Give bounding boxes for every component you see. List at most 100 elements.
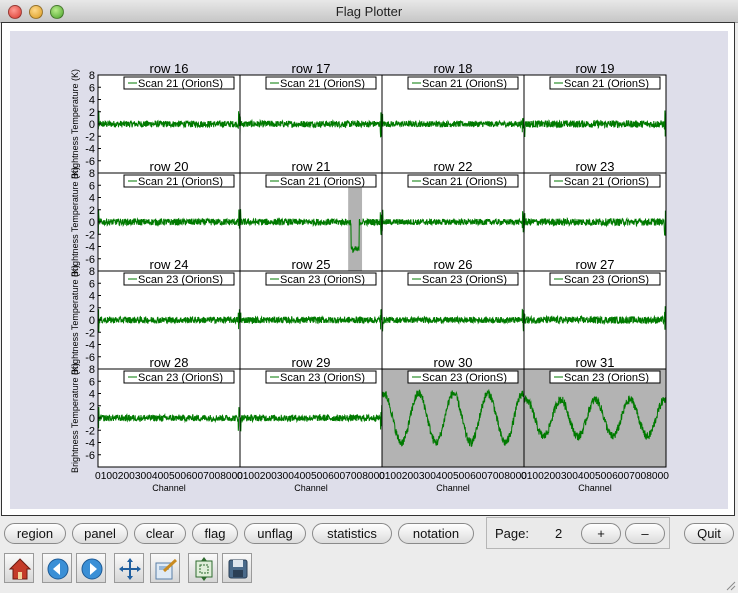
legend-label: Scan 23 (OrionS) <box>138 274 223 286</box>
y-tick-label: -4 <box>85 242 95 254</box>
subplot-title: row 22 <box>433 159 472 174</box>
back-button[interactable] <box>42 553 72 583</box>
subplot-row-29: row 29 Scan 23 (OrionS) 010020030040050060… <box>237 355 385 493</box>
configure-subplots-icon <box>155 558 178 580</box>
subplot-title: row 17 <box>291 61 330 76</box>
subplot-title: row 27 <box>575 257 614 272</box>
statistics-button[interactable]: statistics <box>312 523 392 544</box>
x-tick-labels: 01002003004005006007008000 <box>379 471 527 482</box>
y-tick-label: 2 <box>89 303 95 315</box>
subplot-row-23: row 23 Scan 21 (OrionS) <box>523 159 667 272</box>
y-tick-label: 6 <box>89 180 95 192</box>
legend-label: Scan 21 (OrionS) <box>280 176 365 188</box>
x-axis-label: Channel <box>436 483 470 493</box>
pan-icon <box>119 558 141 580</box>
plot-canvas[interactable]: row 16 Scan 21 (OrionS) 8 6 4 2 0 -2 -4 -6 Brightn… <box>10 31 728 509</box>
y-tick-label: -2 <box>85 425 95 437</box>
flag-plot-figure[interactable]: row 16Scan 21 (OrionS)86420-2-4-6Brightn… <box>10 31 728 509</box>
y-tick-label: 2 <box>89 107 95 119</box>
subplot-row-22: row 22 Scan 21 (OrionS) <box>381 159 525 272</box>
y-tick-label: 4 <box>89 389 95 401</box>
y-tick-label: 2 <box>89 401 95 413</box>
notation-button[interactable]: notation <box>398 523 474 544</box>
y-tick-label: 0 <box>89 315 95 327</box>
back-icon <box>47 558 69 580</box>
legend-label: Scan 23 (OrionS) <box>280 274 365 286</box>
x-axis-label: Channel <box>578 483 612 493</box>
y-tick-label: 0 <box>89 413 95 425</box>
subplot-title: row 16 <box>149 61 188 76</box>
legend-label: Scan 23 (OrionS) <box>138 372 223 384</box>
previous-page-button[interactable]: – <box>625 523 665 544</box>
subplot-row-19: row 19 Scan 21 (OrionS) <box>523 61 667 174</box>
subplot-title: row 20 <box>149 159 188 174</box>
y-tick-label: 8 <box>89 266 95 278</box>
subplot-row-21: row 21 Scan 21 (OrionS) <box>239 159 383 272</box>
y-tick-label: -4 <box>85 144 95 156</box>
subplot-row-26: row 26 Scan 23 (OrionS) <box>381 257 525 370</box>
window-title: Flag Plotter <box>335 4 403 19</box>
home-icon <box>8 558 32 580</box>
page-number: 2 <box>555 526 563 541</box>
x-axis-label: Channel <box>294 483 328 493</box>
subplot-title: row 29 <box>291 355 330 370</box>
legend-label: Scan 23 (OrionS) <box>422 372 507 384</box>
y-tick-label: 8 <box>89 168 95 180</box>
save-button[interactable] <box>222 553 252 583</box>
y-tick-label: 4 <box>89 291 95 303</box>
zoom-to-rect-button[interactable] <box>188 553 218 583</box>
y-tick-label: 6 <box>89 376 95 388</box>
y-tick-label: -6 <box>85 156 95 168</box>
flag-button[interactable]: flag <box>192 523 238 544</box>
forward-button[interactable] <box>76 553 106 583</box>
subplot-row-28: row 28Scan 23 (OrionS)86420-2-4-6Brightn… <box>70 355 243 493</box>
subplot-title: row 18 <box>433 61 472 76</box>
y-axis-label: Brightness Temperature (K) <box>70 265 80 375</box>
quit-button[interactable]: Quit <box>684 523 734 544</box>
resize-grip-icon[interactable] <box>724 579 736 591</box>
y-tick-label: 6 <box>89 278 95 290</box>
subplot-title: row 21 <box>291 159 330 174</box>
subplot-row-17: row 17 Scan 21 (OrionS) <box>239 61 383 174</box>
y-tick-label: -4 <box>85 340 95 352</box>
y-tick-label: 0 <box>89 217 95 229</box>
configure-subplots-button[interactable] <box>150 553 180 583</box>
clear-button[interactable]: clear <box>134 523 186 544</box>
legend-label: Scan 21 (OrionS) <box>564 78 649 90</box>
y-tick-label: -2 <box>85 229 95 241</box>
subplot-title: row 25 <box>291 257 330 272</box>
pan-button[interactable] <box>114 553 144 583</box>
y-tick-label: 8 <box>89 70 95 82</box>
region-button[interactable]: region <box>4 523 66 544</box>
subplot-title: row 31 <box>575 355 614 370</box>
subplot-row-18: row 18 Scan 21 (OrionS) <box>381 61 525 174</box>
unflag-button[interactable]: unflag <box>244 523 306 544</box>
y-tick-label: -2 <box>85 327 95 339</box>
panel-button[interactable]: panel <box>72 523 128 544</box>
x-tick-labels: 01002003004005006007008000 <box>237 471 385 482</box>
legend-label: Scan 23 (OrionS) <box>564 372 649 384</box>
legend-label: Scan 21 (OrionS) <box>280 78 365 90</box>
y-axis-label: Brightness Temperature (K) <box>70 167 80 277</box>
y-tick-label: 8 <box>89 364 95 376</box>
y-tick-label: 4 <box>89 95 95 107</box>
legend-label: Scan 21 (OrionS) <box>138 78 223 90</box>
y-tick-label: 2 <box>89 205 95 217</box>
home-button[interactable] <box>4 553 34 583</box>
subplot-title: row 24 <box>149 257 188 272</box>
x-tick-labels: 01002003004005006007008000 <box>521 471 669 482</box>
x-axis-label: Channel <box>152 483 186 493</box>
y-tick-label: -6 <box>85 254 95 266</box>
subplot-row-30: row 30 Scan 23 (OrionS) 010020030040050060… <box>379 355 527 493</box>
flagged-region <box>348 187 363 271</box>
y-tick-label: 4 <box>89 193 95 205</box>
y-tick-label: -6 <box>85 450 95 462</box>
subplot-title: row 26 <box>433 257 472 272</box>
next-page-button[interactable]: + <box>581 523 621 544</box>
save-icon <box>228 559 248 579</box>
y-tick-label: -6 <box>85 352 95 364</box>
legend-label: Scan 21 (OrionS) <box>422 176 507 188</box>
plot-canvas-frame: row 16 Scan 21 (OrionS) 8 6 4 2 0 -2 -4 -6 Brightn… <box>1 22 735 516</box>
page-navigator: Page: 2 + – <box>486 517 670 549</box>
forward-icon <box>81 558 103 580</box>
